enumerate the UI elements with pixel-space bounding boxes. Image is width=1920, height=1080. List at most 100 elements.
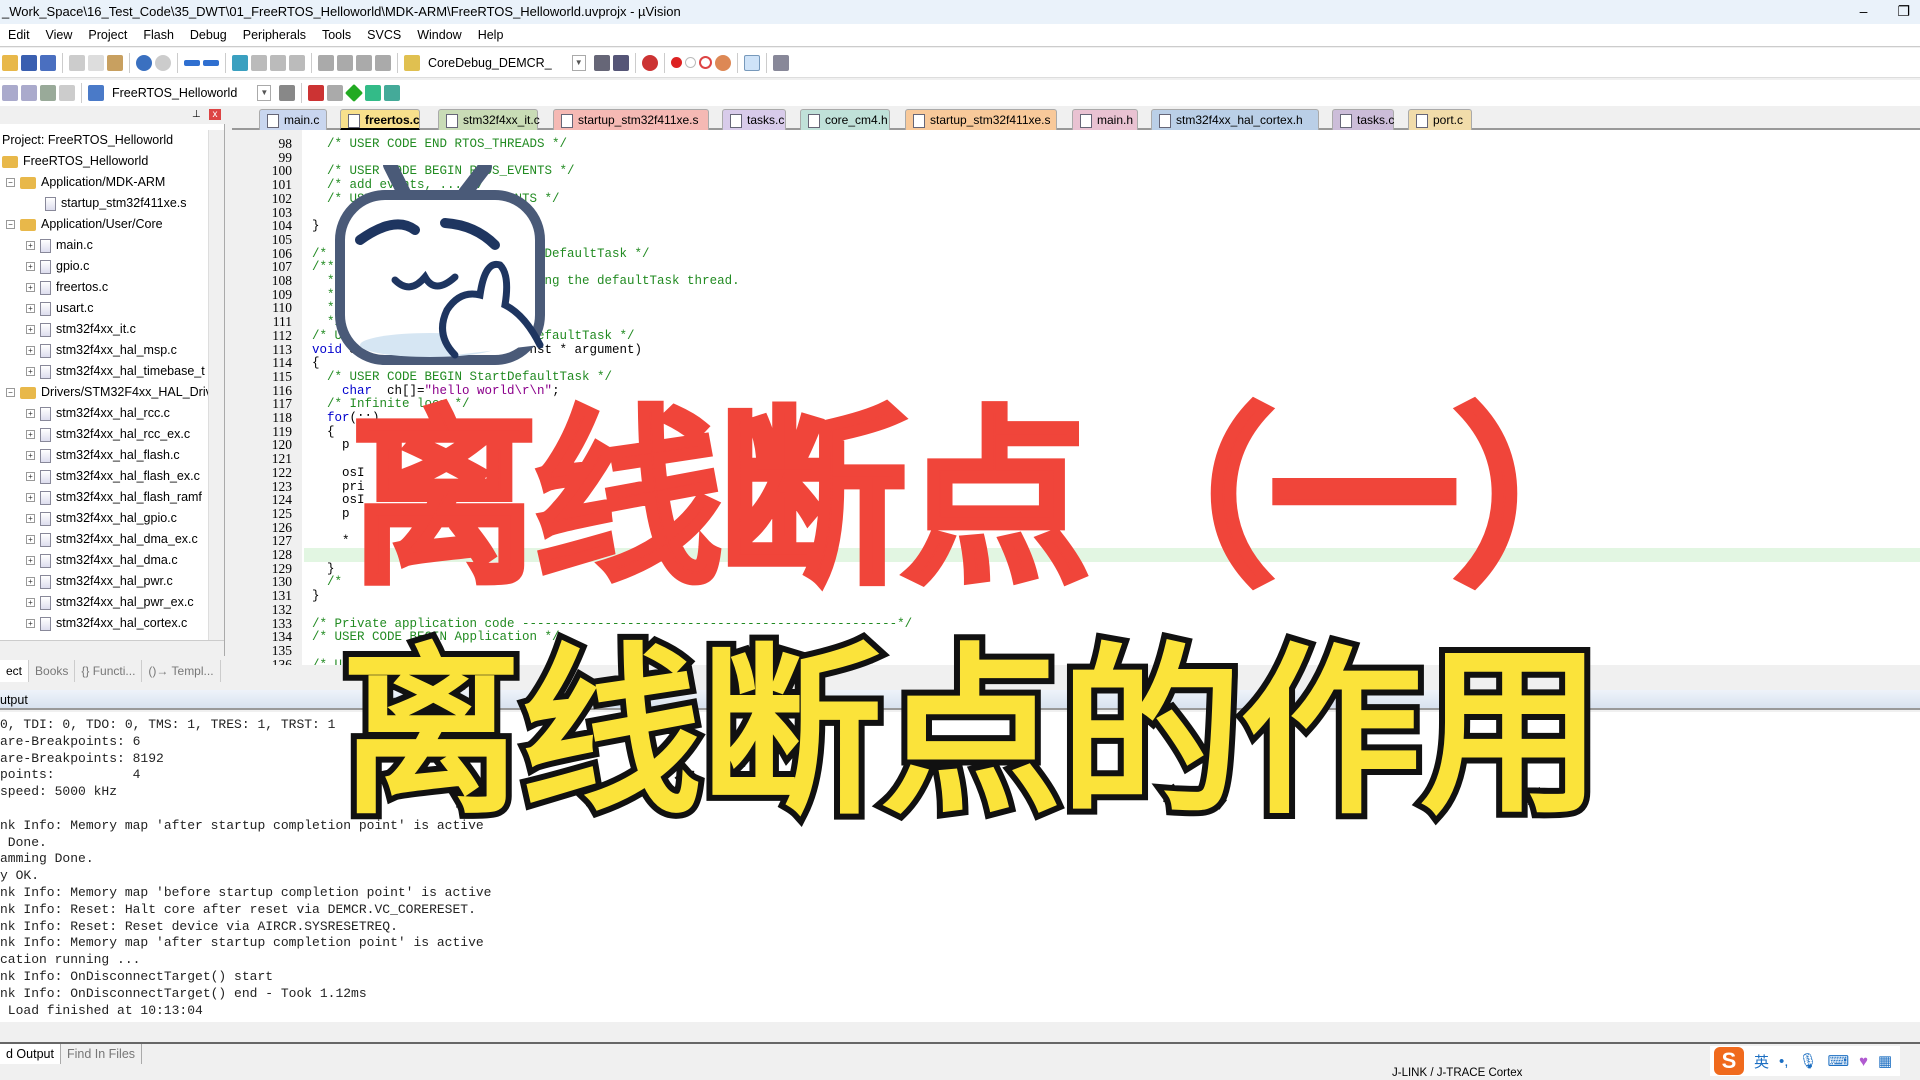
tree-item[interactable]: + main.c [26, 235, 93, 256]
rte-icon[interactable] [384, 85, 401, 101]
nav-back-icon[interactable] [184, 59, 200, 66]
copy-icon[interactable] [88, 54, 104, 71]
collapse-icon[interactable]: − [6, 220, 15, 229]
chevron-down-icon[interactable]: ▼ [571, 54, 586, 71]
minimize-button[interactable]: – [1860, 0, 1868, 24]
build-icon[interactable] [21, 85, 37, 101]
tab-stm32f4xx-it-c[interactable]: stm32f4xx_it.c [438, 109, 540, 130]
expand-icon[interactable]: + [26, 283, 35, 292]
expand-icon[interactable]: + [26, 577, 35, 586]
ime-language[interactable]: 英 [1754, 1051, 1769, 1072]
target-combo[interactable]: FreeRTOS_Helloworld ▼ [107, 83, 277, 103]
save-icon[interactable] [21, 54, 37, 71]
translate-icon[interactable] [2, 85, 18, 101]
tree-item[interactable]: + stm32f4xx_hal_cortex.c [26, 613, 187, 634]
menu-svcs[interactable]: SVCS [359, 24, 409, 46]
restore-button[interactable]: ❐ [1897, 0, 1910, 24]
expand-icon[interactable]: + [26, 304, 35, 313]
tab-main-c[interactable]: main.c [259, 109, 327, 130]
menu-edit[interactable]: Edit [0, 24, 38, 46]
apps-grid-icon[interactable]: ▦ [1878, 1052, 1892, 1070]
tab-core-cm4-h[interactable]: core_cm4.h [800, 109, 890, 130]
uncomment-icon[interactable] [375, 54, 391, 71]
tab-freertos-c[interactable]: freertos.c [340, 109, 420, 130]
prev-bookmark-icon[interactable] [251, 54, 267, 71]
expand-icon[interactable]: + [26, 367, 35, 376]
debug-session-icon[interactable] [641, 54, 658, 71]
configure-icon[interactable] [772, 54, 789, 71]
expand-icon[interactable]: + [26, 556, 35, 565]
indent-icon[interactable] [318, 54, 334, 71]
tree-item[interactable]: + stm32f4xx_hal_pwr_ex.c [26, 592, 194, 613]
nav-forward-icon[interactable] [203, 59, 219, 66]
window-layout-icon[interactable] [743, 54, 760, 71]
tab-build-output[interactable]: d Output [0, 1044, 61, 1064]
tab-find-in-files[interactable]: Find In Files [61, 1044, 143, 1064]
tree-item[interactable]: + stm32f4xx_hal_flash.c [26, 445, 180, 466]
tree-item[interactable]: + gpio.c [26, 256, 89, 277]
comment-icon[interactable] [356, 54, 372, 71]
rebuild-icon[interactable] [40, 85, 56, 101]
tree-item[interactable]: + stm32f4xx_hal_dma_ex.c [26, 529, 198, 550]
tree-item[interactable]: + stm32f4xx_hal_gpio.c [26, 508, 177, 529]
next-bookmark-icon[interactable] [270, 54, 286, 71]
tree-item[interactable]: + usart.c [26, 298, 94, 319]
skin-icon[interactable]: ♥ [1859, 1053, 1868, 1070]
breakpoint-icon[interactable] [670, 57, 682, 68]
redo-icon[interactable] [155, 54, 171, 71]
collapse-icon[interactable]: − [6, 178, 15, 187]
expand-icon[interactable]: + [26, 598, 35, 607]
project-tab[interactable]: ()→ Templ... [142, 660, 221, 682]
manage-project-icon[interactable] [308, 85, 325, 101]
chevron-down-icon[interactable]: ▼ [257, 85, 272, 101]
ime-toolbar[interactable]: S 英 •, 🎙 ⌨ ♥ ▦ [1710, 1046, 1900, 1076]
pack-installer-icon[interactable] [365, 85, 382, 101]
cut-icon[interactable] [69, 54, 85, 71]
tree-item[interactable]: startup_stm32f411xe.s [26, 193, 187, 214]
menu-view[interactable]: View [38, 24, 81, 46]
paste-icon[interactable] [107, 54, 123, 71]
bookmark-icon[interactable] [232, 54, 248, 71]
project-tab[interactable]: Books [29, 660, 76, 682]
open-icon[interactable] [2, 54, 18, 71]
expand-icon[interactable]: + [26, 346, 35, 355]
unindent-icon[interactable] [337, 54, 353, 71]
tree-item[interactable]: − Drivers/STM32F4xx_HAL_Driv [6, 382, 208, 403]
expand-icon[interactable]: + [26, 409, 35, 418]
expand-icon[interactable]: + [26, 325, 35, 334]
project-tab[interactable]: {} Functi... [75, 660, 143, 682]
tree-item[interactable]: − Application/User/Core [6, 214, 163, 235]
ime-punctuation[interactable]: •, [1779, 1053, 1788, 1070]
tree-item[interactable]: + stm32f4xx_hal_rcc.c [26, 403, 170, 424]
project-hscrollbar[interactable] [0, 640, 224, 656]
clear-bookmarks-icon[interactable] [289, 54, 305, 71]
target-options-icon[interactable] [279, 85, 296, 101]
tab-startup-stm32f411xe-s[interactable]: startup_stm32f411xe.s [553, 109, 709, 130]
tab-tasks-c[interactable]: tasks.c [1332, 109, 1394, 130]
project-vscrollbar[interactable] [208, 130, 224, 640]
close-icon[interactable]: x [209, 109, 221, 120]
tab-port-c[interactable]: port.c [1408, 109, 1472, 130]
pin-icon[interactable]: ⊥ [192, 109, 201, 120]
tab-stm32f4xx-hal-cortex-h[interactable]: stm32f4xx_hal_cortex.h [1151, 109, 1319, 130]
menu-window[interactable]: Window [409, 24, 469, 46]
expand-icon[interactable]: + [26, 514, 35, 523]
kill-breakpoints-icon[interactable] [698, 56, 712, 69]
tree-item[interactable]: + stm32f4xx_hal_msp.c [26, 340, 177, 361]
tab-startup-stm32f411xe-s[interactable]: startup_stm32f411xe.s [905, 109, 1057, 130]
expand-icon[interactable]: + [26, 262, 35, 271]
expand-icon[interactable]: + [26, 451, 35, 460]
menu-tools[interactable]: Tools [314, 24, 359, 46]
clear-breakpoints-icon[interactable] [714, 54, 731, 71]
tree-item[interactable]: + stm32f4xx_it.c [26, 319, 136, 340]
save-all-icon[interactable] [40, 54, 56, 71]
keyboard-icon[interactable]: ⌨ [1827, 1052, 1849, 1070]
manage-rte-icon[interactable] [345, 83, 364, 103]
tree-item[interactable]: FreeRTOS_Helloworld [2, 151, 148, 172]
tree-item[interactable]: − Application/MDK-ARM [6, 172, 165, 193]
tree-item[interactable]: + freertos.c [26, 277, 108, 298]
tree-item[interactable]: + stm32f4xx_hal_timebase_t [26, 361, 205, 382]
expand-icon[interactable]: + [26, 472, 35, 481]
collapse-icon[interactable]: − [6, 388, 15, 397]
incremental-find-icon[interactable] [612, 54, 629, 71]
